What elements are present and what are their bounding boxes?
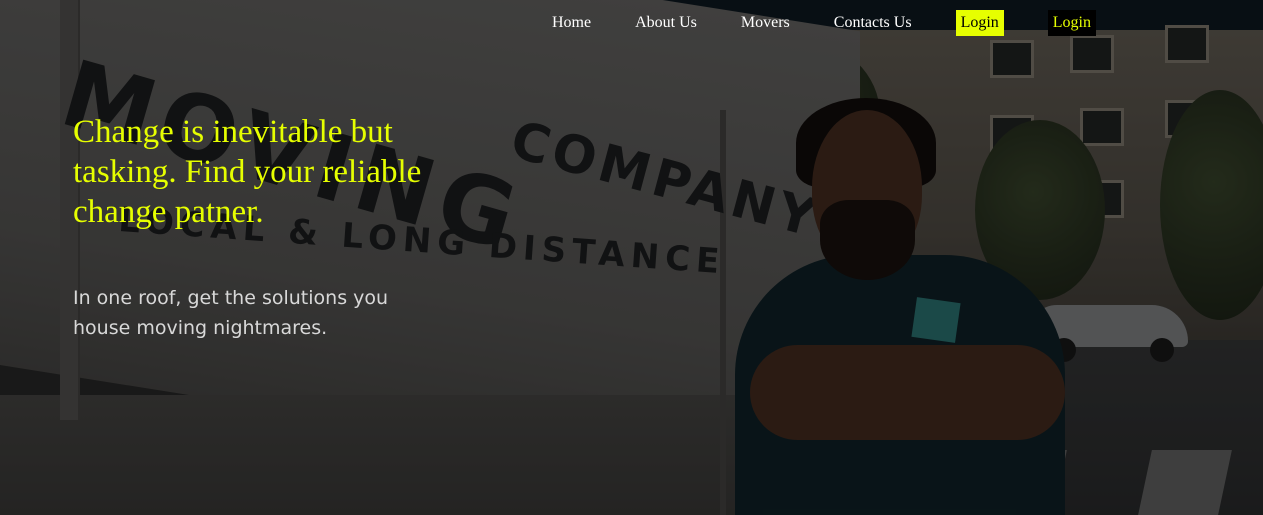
- hero-subtitle: In one roof, get the solutions you house…: [73, 287, 389, 339]
- top-nav: Home About Us Movers Contacts Us Login L…: [530, 8, 1096, 38]
- nav-link-about-us[interactable]: About Us: [613, 9, 719, 37]
- nav-link-movers[interactable]: Movers: [719, 9, 812, 37]
- nav-link-contacts-us[interactable]: Contacts Us: [812, 9, 934, 37]
- hero-title: Change is inevitable but tasking. Find y…: [73, 114, 422, 230]
- login-button-primary[interactable]: Login: [955, 10, 1004, 36]
- login-button-secondary[interactable]: Login: [1047, 10, 1096, 36]
- nav-link-home[interactable]: Home: [530, 9, 613, 37]
- hero-section: Change is inevitable but tasking. Find y…: [73, 112, 433, 343]
